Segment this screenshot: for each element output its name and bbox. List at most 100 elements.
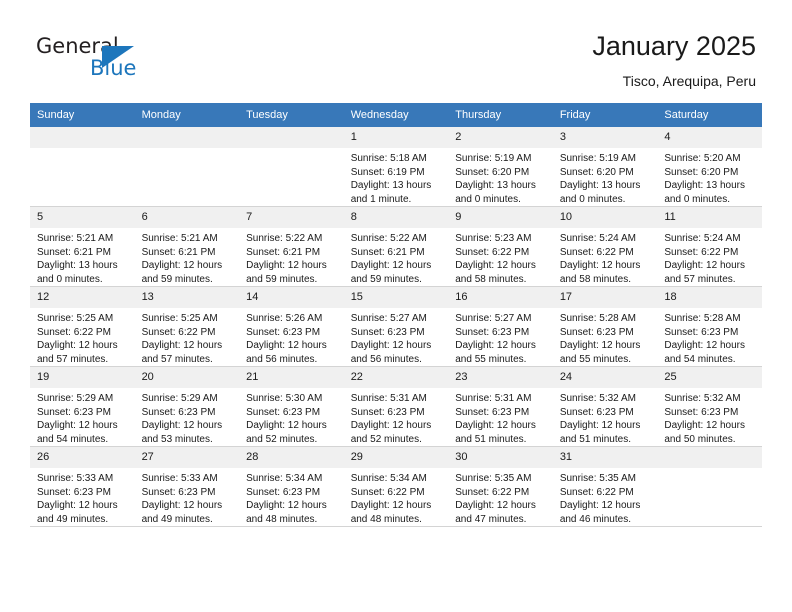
calendar-day-cell[interactable]: 11 Sunrise: 5:24 AM Sunset: 6:22 PM Dayligh… [657, 206, 762, 287]
day-details: Sunrise: 5:24 AM Sunset: 6:22 PM Daylight:… [553, 228, 658, 286]
sunrise-text: Sunrise: 5:22 AM [350, 233, 427, 244]
day-number: 10 [552, 207, 658, 228]
calendar-day-cell[interactable]: 31 Sunrise: 5:35 AM Sunset: 6:22 PM Dayligh… [552, 446, 658, 527]
day-details: Sunrise: 5:19 AM Sunset: 6:20 PM Daylight:… [553, 148, 658, 206]
calendar-page: General Blue January 2025 Tisco, Arequip… [0, 0, 792, 612]
sunrise-text: Sunrise: 5:27 AM [455, 313, 532, 324]
calendar-day-cell[interactable]: 12 Sunrise: 5:25 AM Sunset: 6:22 PM Dayligh… [30, 286, 135, 367]
sunrise-text: Sunrise: 5:29 AM [141, 393, 218, 404]
calendar-day-cell[interactable]: 1 Sunrise: 5:18 AM Sunset: 6:19 PM Daylight… [343, 126, 449, 207]
calendar-day-cell[interactable]: 20 Sunrise: 5:29 AM Sunset: 6:23 PM Dayligh… [134, 366, 240, 447]
sunrise-text: Sunrise: 5:35 AM [455, 473, 532, 484]
calendar-day-cell[interactable]: 6 Sunrise: 5:21 AM Sunset: 6:21 PM Daylight… [134, 206, 240, 287]
calendar-day-cell[interactable]: 26 Sunrise: 5:33 AM Sunset: 6:23 PM Dayligh… [30, 446, 135, 527]
sunset-text: Sunset: 6:22 PM [455, 246, 530, 258]
day-number: 27 [134, 447, 240, 468]
day-details: Sunrise: 5:21 AM Sunset: 6:21 PM Daylight:… [30, 228, 135, 286]
calendar-day-cell[interactable]: 15 Sunrise: 5:27 AM Sunset: 6:23 PM Dayligh… [343, 286, 449, 367]
sunset-text: Sunset: 6:23 PM [664, 406, 739, 418]
calendar-cell-empty [134, 126, 240, 207]
calendar-day-cell[interactable]: 8 Sunrise: 5:22 AM Sunset: 6:21 PM Daylight… [343, 206, 449, 287]
calendar-day-cell[interactable]: 14 Sunrise: 5:26 AM Sunset: 6:23 PM Dayligh… [239, 286, 344, 367]
day-details: Sunrise: 5:22 AM Sunset: 6:21 PM Daylight:… [239, 228, 344, 286]
day-details: Sunrise: 5:33 AM Sunset: 6:23 PM Daylight:… [135, 468, 240, 526]
sunrise-text: Sunrise: 5:25 AM [141, 313, 218, 324]
calendar-day-cell[interactable]: 25 Sunrise: 5:32 AM Sunset: 6:23 PM Dayligh… [657, 366, 762, 447]
day-number: 7 [239, 207, 344, 228]
day-number: 15 [343, 287, 449, 308]
weekday-header-row: Sunday Monday Tuesday Wednesday Thursday… [30, 103, 762, 127]
daylight-text: Daylight: 13 hours and 0 minutes. [664, 180, 745, 205]
sunset-text: Sunset: 6:23 PM [559, 406, 634, 418]
calendar-day-cell[interactable]: 4 Sunrise: 5:20 AM Sunset: 6:20 PM Daylight… [657, 126, 762, 207]
day-details: Sunrise: 5:24 AM Sunset: 6:22 PM Daylight:… [657, 228, 762, 286]
day-number: 13 [134, 287, 240, 308]
logo-text-blue: Blue [90, 56, 137, 80]
daylight-text: Daylight: 13 hours and 0 minutes. [559, 180, 641, 205]
day-number: 21 [239, 367, 344, 388]
sunrise-text: Sunrise: 5:35 AM [559, 473, 636, 484]
calendar-day-cell[interactable]: 21 Sunrise: 5:30 AM Sunset: 6:23 PM Dayligh… [239, 366, 344, 447]
calendar-day-cell[interactable]: 9 Sunrise: 5:23 AM Sunset: 6:22 PM Daylight… [448, 206, 553, 287]
day-number: 2 [448, 127, 553, 148]
daylight-text: Daylight: 12 hours and 54 minutes. [664, 340, 745, 365]
calendar-day-cell[interactable]: 30 Sunrise: 5:35 AM Sunset: 6:22 PM Dayligh… [448, 446, 553, 527]
calendar-grid: Sunday Monday Tuesday Wednesday Thursday… [30, 103, 762, 527]
calendar-day-cell[interactable]: 22 Sunrise: 5:31 AM Sunset: 6:23 PM Dayligh… [343, 366, 449, 447]
calendar-week-row: 5 Sunrise: 5:21 AM Sunset: 6:21 PM Daylight… [30, 206, 762, 287]
sunrise-text: Sunrise: 5:31 AM [350, 393, 427, 404]
calendar-day-cell[interactable]: 13 Sunrise: 5:25 AM Sunset: 6:22 PM Dayligh… [134, 286, 240, 367]
sunrise-text: Sunrise: 5:23 AM [455, 233, 532, 244]
calendar-day-cell[interactable]: 23 Sunrise: 5:31 AM Sunset: 6:23 PM Dayligh… [448, 366, 553, 447]
sunrise-text: Sunrise: 5:22 AM [246, 233, 323, 244]
calendar-day-cell[interactable]: 7 Sunrise: 5:22 AM Sunset: 6:21 PM Daylight… [239, 206, 344, 287]
daylight-text: Daylight: 12 hours and 58 minutes. [455, 260, 536, 285]
day-number: 23 [448, 367, 553, 388]
sunset-text: Sunset: 6:23 PM [141, 406, 216, 418]
sunrise-text: Sunrise: 5:32 AM [559, 393, 636, 404]
calendar-day-cell[interactable]: 3 Sunrise: 5:19 AM Sunset: 6:20 PM Daylight… [552, 126, 658, 207]
sunset-text: Sunset: 6:20 PM [559, 166, 634, 178]
calendar-day-cell[interactable]: 10 Sunrise: 5:24 AM Sunset: 6:22 PM Dayligh… [552, 206, 658, 287]
day-number: 8 [343, 207, 449, 228]
day-details: Sunrise: 5:33 AM Sunset: 6:23 PM Daylight:… [30, 468, 135, 526]
calendar-day-cell[interactable]: 17 Sunrise: 5:28 AM Sunset: 6:23 PM Dayligh… [552, 286, 658, 367]
sunrise-text: Sunrise: 5:33 AM [141, 473, 218, 484]
sunrise-text: Sunrise: 5:21 AM [37, 233, 114, 244]
calendar-day-cell[interactable]: 19 Sunrise: 5:29 AM Sunset: 6:23 PM Dayligh… [30, 366, 135, 447]
sunrise-text: Sunrise: 5:32 AM [664, 393, 741, 404]
weekday-header-thursday: Thursday [448, 103, 553, 127]
daylight-text: Daylight: 12 hours and 59 minutes. [141, 260, 223, 285]
daylight-text: Daylight: 12 hours and 59 minutes. [246, 260, 327, 285]
daylight-text: Daylight: 12 hours and 53 minutes. [141, 420, 223, 445]
sunset-text: Sunset: 6:23 PM [350, 326, 425, 338]
calendar-day-cell[interactable]: 29 Sunrise: 5:34 AM Sunset: 6:22 PM Dayligh… [343, 446, 449, 527]
day-number: 24 [552, 367, 658, 388]
day-details: Sunrise: 5:34 AM Sunset: 6:23 PM Daylight:… [239, 468, 344, 526]
day-details: Sunrise: 5:35 AM Sunset: 6:22 PM Daylight:… [448, 468, 553, 526]
weekday-header-wednesday: Wednesday [343, 103, 449, 127]
daylight-text: Daylight: 13 hours and 0 minutes. [37, 260, 118, 285]
sunrise-text: Sunrise: 5:20 AM [664, 153, 741, 164]
page-subtitle: Tisco, Arequipa, Peru [622, 73, 756, 89]
calendar-day-cell[interactable]: 18 Sunrise: 5:28 AM Sunset: 6:23 PM Dayligh… [657, 286, 762, 367]
day-number: 9 [448, 207, 553, 228]
day-number: 11 [657, 207, 762, 228]
calendar-day-cell[interactable]: 2 Sunrise: 5:19 AM Sunset: 6:20 PM Daylight… [448, 126, 553, 207]
sunset-text: Sunset: 6:23 PM [246, 486, 321, 498]
daylight-text: Daylight: 12 hours and 47 minutes. [455, 500, 536, 525]
daylight-text: Daylight: 12 hours and 52 minutes. [350, 420, 432, 445]
sunset-text: Sunset: 6:21 PM [141, 246, 216, 258]
calendar-day-cell[interactable]: 24 Sunrise: 5:32 AM Sunset: 6:23 PM Dayligh… [552, 366, 658, 447]
calendar-day-cell[interactable]: 16 Sunrise: 5:27 AM Sunset: 6:23 PM Dayligh… [448, 286, 553, 367]
day-details: Sunrise: 5:21 AM Sunset: 6:21 PM Daylight:… [135, 228, 240, 286]
calendar-day-cell[interactable]: 5 Sunrise: 5:21 AM Sunset: 6:21 PM Daylight… [30, 206, 135, 287]
sunset-text: Sunset: 6:23 PM [559, 326, 634, 338]
weekday-header-sunday: Sunday [30, 103, 135, 127]
day-number: 22 [343, 367, 449, 388]
day-number [657, 447, 762, 468]
general-blue-logo[interactable]: General Blue [36, 36, 216, 88]
sunset-text: Sunset: 6:23 PM [37, 486, 111, 498]
calendar-day-cell[interactable]: 28 Sunrise: 5:34 AM Sunset: 6:23 PM Dayligh… [239, 446, 344, 527]
calendar-day-cell[interactable]: 27 Sunrise: 5:33 AM Sunset: 6:23 PM Dayligh… [134, 446, 240, 527]
